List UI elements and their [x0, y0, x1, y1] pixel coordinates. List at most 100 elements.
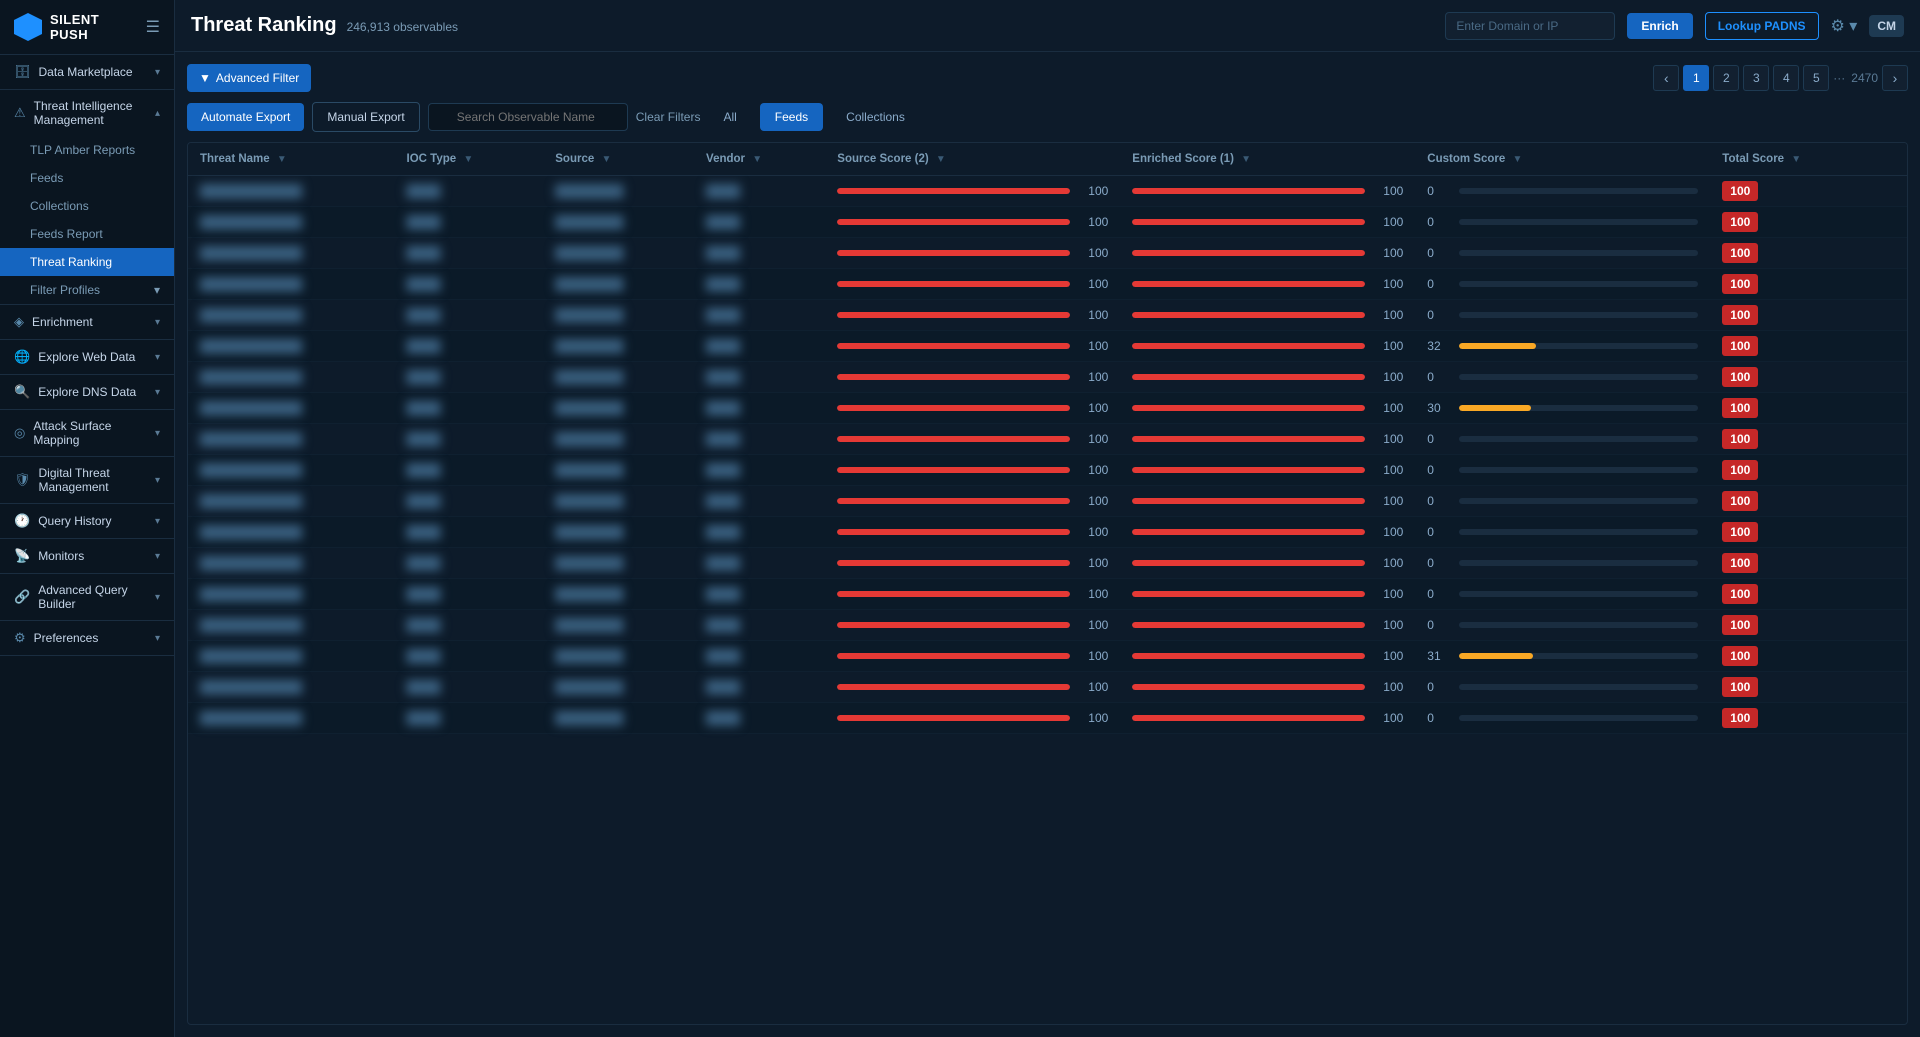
table-row[interactable]: ████████████████████████████ 100 100 0 1…	[188, 486, 1907, 517]
custom-score-value: 0	[1427, 184, 1451, 198]
table-row[interactable]: ████████████████████████████ 100 100 30 …	[188, 393, 1907, 424]
tab-all[interactable]: All	[708, 103, 751, 131]
custom-score-bar-group: 0	[1427, 277, 1698, 291]
enriched-score-bar-bg	[1132, 560, 1365, 566]
table-row[interactable]: ████████████████████████████ 100 100 0 1…	[188, 579, 1907, 610]
enriched-score-bar-fill	[1132, 374, 1365, 380]
sidebar-item-label: Query History	[38, 514, 111, 528]
search-observable-input[interactable]	[428, 103, 628, 131]
col-filter-total-score[interactable]: ▼	[1791, 154, 1801, 165]
col-filter-vendor[interactable]: ▼	[752, 154, 762, 165]
sidebar-item-feeds[interactable]: Feeds	[0, 164, 174, 192]
pagination: ‹ 1 2 3 4 5 ··· 2470 ›	[1653, 65, 1908, 91]
enriched-score-bar-fill	[1132, 436, 1365, 442]
table-row[interactable]: ████████████████████████████ 100 100 0 1…	[188, 238, 1907, 269]
chevron-down-icon: ▾	[155, 475, 160, 486]
sidebar-item-data-marketplace[interactable]: 🗄 Data Marketplace ▾	[0, 55, 174, 89]
table-row[interactable]: ████████████████████████████ 100 100 0 1…	[188, 610, 1907, 641]
source-value: ████████	[555, 680, 623, 694]
source-score-cell: 100	[825, 672, 1120, 703]
page-button-4[interactable]: 4	[1773, 65, 1799, 91]
table-row[interactable]: ████████████████████████████ 100 100 0 1…	[188, 424, 1907, 455]
table-row[interactable]: ████████████████████████████ 100 100 0 1…	[188, 672, 1907, 703]
page-button-1[interactable]: 1	[1683, 65, 1709, 91]
table-row[interactable]: ████████████████████████████ 100 100 32 …	[188, 331, 1907, 362]
user-menu[interactable]: CM	[1869, 15, 1904, 37]
col-filter-ioc-type[interactable]: ▼	[463, 154, 473, 165]
col-filter-source[interactable]: ▼	[601, 154, 611, 165]
page-button-3[interactable]: 3	[1743, 65, 1769, 91]
clear-filters-button[interactable]: Clear Filters	[636, 110, 701, 124]
tab-collections[interactable]: Collections	[831, 103, 920, 131]
col-filter-custom-score[interactable]: ▼	[1512, 154, 1522, 165]
source-score-bar-bg	[837, 374, 1070, 380]
enriched-score-cell: 100	[1120, 610, 1415, 641]
main-area: Threat Ranking 246,913 observables Enric…	[175, 0, 1920, 1037]
enriched-score-cell: 100	[1120, 238, 1415, 269]
table-row[interactable]: ████████████████████████████ 100 100 0 1…	[188, 207, 1907, 238]
vendor-cell: ████	[694, 362, 825, 393]
ioc-type-value: ████	[407, 401, 441, 415]
enriched-score-cell: 100	[1120, 548, 1415, 579]
chevron-down-icon: ▾	[155, 428, 160, 439]
col-ioc-type: IOC Type ▼	[395, 143, 544, 176]
sidebar-item-query-history[interactable]: 🕐 Query History ▾	[0, 504, 174, 538]
hamburger-icon[interactable]: ☰	[146, 17, 160, 37]
vendor-cell: ████	[694, 517, 825, 548]
sidebar-item-threat-intelligence[interactable]: ⚠ Threat Intelligence Management ▴	[0, 90, 174, 136]
sidebar-item-explore-dns[interactable]: 🔍 Explore DNS Data ▾	[0, 375, 174, 409]
sidebar-item-threat-ranking[interactable]: Threat Ranking	[0, 248, 174, 276]
col-filter-source-score[interactable]: ▼	[936, 154, 946, 165]
sidebar-item-filter-profiles[interactable]: Filter Profiles ▾	[0, 276, 174, 304]
enriched-score-bar-group: 100	[1132, 680, 1403, 694]
sidebar-item-attack-surface[interactable]: ◎ Attack Surface Mapping ▾	[0, 410, 174, 456]
sidebar-item-digital-threat[interactable]: 🛡 Digital Threat Management ▾	[0, 457, 174, 503]
enrichment-icon: ◈	[14, 314, 24, 330]
enriched-score-bar-group: 100	[1132, 308, 1403, 322]
chevron-down-icon: ▾	[155, 633, 160, 644]
sidebar-item-enrichment[interactable]: ◈ Enrichment ▾	[0, 305, 174, 339]
prev-page-button[interactable]: ‹	[1653, 65, 1679, 91]
sidebar-item-tlp-amber[interactable]: TLP Amber Reports	[0, 136, 174, 164]
table-row[interactable]: ████████████████████████████ 100 100 0 1…	[188, 269, 1907, 300]
source-value: ████████	[555, 556, 623, 570]
sidebar-item-explore-web[interactable]: 🌐 Explore Web Data ▾	[0, 340, 174, 374]
table-row[interactable]: ████████████████████████████ 100 100 0 1…	[188, 517, 1907, 548]
page-button-2[interactable]: 2	[1713, 65, 1739, 91]
source-score-bar-fill	[837, 467, 1070, 473]
advanced-filter-button[interactable]: ▼ Advanced Filter	[187, 64, 311, 92]
table-row[interactable]: ████████████████████████████ 100 100 0 1…	[188, 300, 1907, 331]
manual-export-button[interactable]: Manual Export	[312, 102, 419, 132]
enriched-score-bar-fill	[1132, 498, 1365, 504]
ioc-type-cell: ████	[395, 362, 544, 393]
enriched-score-value: 100	[1373, 308, 1403, 322]
next-page-button[interactable]: ›	[1882, 65, 1908, 91]
history-icon: 🕐	[14, 513, 30, 529]
col-source-score: Source Score (2) ▼	[825, 143, 1120, 176]
table-row[interactable]: ████████████████████████████ 100 100 31 …	[188, 641, 1907, 672]
col-filter-threat-name[interactable]: ▼	[277, 154, 287, 165]
sidebar-item-feeds-report[interactable]: Feeds Report	[0, 220, 174, 248]
tab-feeds[interactable]: Feeds	[760, 103, 823, 131]
table-row[interactable]: ████████████████████████████ 100 100 0 1…	[188, 176, 1907, 207]
automate-export-button[interactable]: Automate Export	[187, 103, 304, 131]
sidebar-item-monitors[interactable]: 📡 Monitors ▾	[0, 539, 174, 573]
sidebar-item-collections[interactable]: Collections	[0, 192, 174, 220]
sidebar-item-preferences[interactable]: ⚙ Preferences ▾	[0, 621, 174, 655]
col-filter-enriched-score[interactable]: ▼	[1241, 154, 1251, 165]
table-row[interactable]: ████████████████████████████ 100 100 0 1…	[188, 455, 1907, 486]
domain-ip-input[interactable]	[1445, 12, 1615, 40]
table-row[interactable]: ████████████████████████████ 100 100 0 1…	[188, 548, 1907, 579]
page-button-5[interactable]: 5	[1803, 65, 1829, 91]
enrich-button[interactable]: Enrich	[1627, 13, 1692, 39]
lookup-padns-button[interactable]: Lookup PADNS	[1705, 12, 1819, 40]
total-score-cell: 100	[1710, 269, 1907, 300]
custom-score-bar-fill	[1459, 405, 1531, 411]
sidebar-item-advanced-query[interactable]: 🔗 Advanced Query Builder ▾	[0, 574, 174, 620]
source-value: ████████	[555, 308, 623, 322]
table-row[interactable]: ████████████████████████████ 100 100 0 1…	[188, 362, 1907, 393]
settings-icon[interactable]: ⚙ ▾	[1831, 16, 1858, 36]
table-row[interactable]: ████████████████████████████ 100 100 0 1…	[188, 703, 1907, 734]
custom-score-bar-bg	[1459, 188, 1698, 194]
enriched-score-bar-fill	[1132, 653, 1365, 659]
